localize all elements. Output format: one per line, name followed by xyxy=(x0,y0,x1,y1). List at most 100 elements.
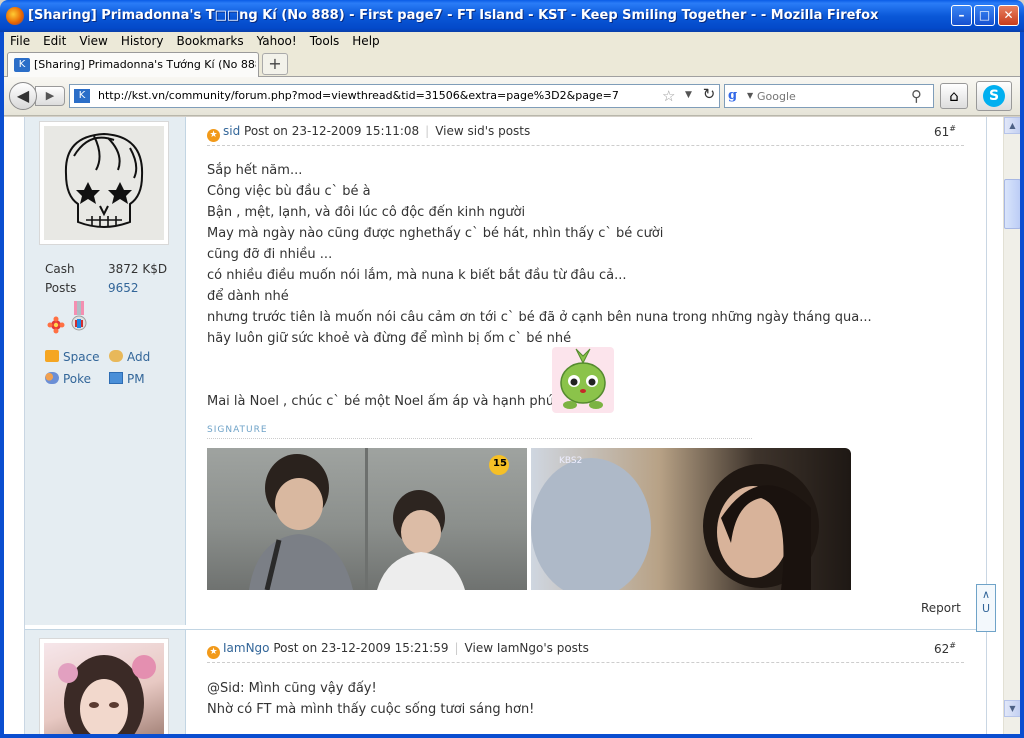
poke-users-icon xyxy=(45,372,59,384)
divider: | xyxy=(454,641,459,655)
minimize-button[interactable]: – xyxy=(951,5,972,26)
menu-bar: File Edit View History Bookmarks Yahoo! Tools H… xyxy=(4,32,1020,50)
view-author-posts-link[interactable]: View IamNgo's posts xyxy=(465,641,589,655)
post-time: Post on 23-12-2009 15:21:59 xyxy=(273,641,449,655)
search-magnifier-icon[interactable]: ⚲ xyxy=(911,87,922,105)
post-author-link[interactable]: IamNgo xyxy=(223,641,270,655)
post-author-sidebar xyxy=(25,630,186,734)
menu-bookmarks[interactable]: Bookmarks xyxy=(171,32,251,48)
avatar-image xyxy=(44,126,164,240)
forum-post: Cash 3872 K$D Posts 9652 Space Add Poke … xyxy=(25,117,986,625)
home-icon xyxy=(45,350,59,362)
link-space[interactable]: Space xyxy=(45,350,100,364)
window-title: [Sharing] Primadonna's T□□ng Kí (No 888)… xyxy=(28,8,879,23)
link-pm[interactable]: PM xyxy=(109,372,145,386)
window-border-left xyxy=(0,32,4,738)
menu-edit[interactable]: Edit xyxy=(37,32,73,48)
message-line: nhưng trước tiên là muốn nói câu cảm ơn … xyxy=(207,310,872,325)
forum-page: Cash 3872 K$D Posts 9652 Space Add Poke … xyxy=(24,117,987,734)
search-engine-dropdown-icon[interactable]: ▼ xyxy=(747,91,753,100)
forum-post: ★ IamNgo Post on 23-12-2009 15:21:59 | View… xyxy=(25,629,986,734)
online-status-icon: ★ xyxy=(207,129,220,142)
avatar[interactable] xyxy=(39,121,169,245)
flower-medal-icon[interactable] xyxy=(47,316,65,334)
search-bar[interactable]: g ▼ ⚲ xyxy=(724,84,934,108)
stat-cash-value: 3872 K$D xyxy=(108,262,168,276)
post-time: Post on 23-12-2009 15:11:08 xyxy=(244,124,420,138)
divider: | xyxy=(425,124,430,138)
page-viewport: Cash 3872 K$D Posts 9652 Space Add Poke … xyxy=(4,117,1003,734)
signature-images: 15 KBS2 xyxy=(207,448,852,598)
tv-channel-watermark: KBS2 xyxy=(559,456,583,466)
site-identity-icon[interactable]: K xyxy=(74,89,90,103)
menu-file[interactable]: File xyxy=(4,32,37,48)
reload-icon[interactable]: ↻ xyxy=(699,85,719,107)
message-line: Công việc bù đầu c` bé à xyxy=(207,184,371,199)
message-line: cũng đỡ đi nhiều ... xyxy=(207,247,333,262)
url-bar[interactable]: K http://kst.vn/community/forum.php?mod=… xyxy=(69,84,720,108)
firefox-icon[interactable] xyxy=(6,7,24,25)
close-button[interactable]: ✕ xyxy=(998,5,1019,26)
menu-yahoo[interactable]: Yahoo! xyxy=(251,32,304,48)
handshake-icon xyxy=(109,350,123,362)
window-titlebar: [Sharing] Primadonna's T□□ng Kí (No 888)… xyxy=(0,0,1024,32)
stat-posts: Posts 9652 xyxy=(45,281,139,295)
message-line: Bận , mệt, lạnh, và đôi lúc cô độc đến k… xyxy=(207,205,526,220)
scroll-thumb[interactable] xyxy=(1004,179,1021,229)
back-button[interactable]: ◀ xyxy=(9,82,37,110)
avatar[interactable] xyxy=(39,638,169,734)
avatar-image xyxy=(44,643,164,734)
bookmark-star-icon[interactable]: ☆ xyxy=(662,87,675,105)
post-content: ★ sid Post on 23-12-2009 15:11:08 | View si… xyxy=(187,117,986,625)
stat-posts-value[interactable]: 9652 xyxy=(108,281,139,295)
online-status-icon: ★ xyxy=(207,646,220,659)
tab-title: [Sharing] Primadonna's Tướng Kí (No 888)… xyxy=(34,58,256,71)
back-forward-group: ▶ ◀ xyxy=(9,82,67,110)
scroll-up-arrow-icon[interactable]: ▲ xyxy=(1004,117,1021,134)
post-message: @Sid: Mình cũng vậy đấy! Nhờ có FT mà mì… xyxy=(207,678,947,720)
post-floor-number[interactable]: 61# xyxy=(934,124,956,139)
url-history-dropdown-icon[interactable]: ▼ xyxy=(685,90,692,100)
vertical-scrollbar[interactable]: ▲ ▼ xyxy=(1003,117,1021,734)
menu-history[interactable]: History xyxy=(115,32,171,48)
message-line: để dành nhé xyxy=(207,289,289,304)
tab-strip: K [Sharing] Primadonna's Tướng Kí (No 88… xyxy=(4,50,1020,77)
link-poke[interactable]: Poke xyxy=(45,372,91,386)
signature-divider: SIGNATURE xyxy=(207,425,752,439)
post-header: ★ sid Post on 23-12-2009 15:11:08 | View si… xyxy=(207,124,964,146)
menu-view[interactable]: View xyxy=(73,32,114,48)
menu-help[interactable]: Help xyxy=(346,32,386,48)
menu-tools[interactable]: Tools xyxy=(304,32,347,48)
home-button[interactable]: ⌂ xyxy=(940,83,968,109)
skype-button[interactable]: S xyxy=(976,81,1012,111)
scroll-to-top-button[interactable]: ∧ U xyxy=(976,584,996,632)
doll-avatar-icon xyxy=(58,655,156,734)
google-engine-icon[interactable]: g xyxy=(728,88,746,104)
post-floor-number[interactable]: 62# xyxy=(934,641,956,656)
forward-button[interactable]: ▶ xyxy=(35,86,65,106)
url-text[interactable]: http://kst.vn/community/forum.php?mod=vi… xyxy=(98,89,619,102)
skull-avatar-icon xyxy=(44,126,164,240)
maximize-button[interactable]: □ xyxy=(974,5,995,26)
ribbon-medal-icon[interactable] xyxy=(69,301,89,335)
post-author-sidebar: Cash 3872 K$D Posts 9652 Space Add Poke … xyxy=(25,117,186,625)
message-line: hãy luôn giữ sức khoẻ và đừng để mình bị… xyxy=(207,331,572,346)
new-tab-button[interactable]: + xyxy=(262,53,288,75)
window-border-bottom xyxy=(0,734,1024,738)
link-add-friend[interactable]: Add xyxy=(109,350,150,364)
search-input[interactable] xyxy=(757,87,907,105)
site-favicon-icon: K xyxy=(14,58,30,72)
post-author-link[interactable]: sid xyxy=(223,124,240,138)
scroll-down-arrow-icon[interactable]: ▼ xyxy=(1004,700,1021,717)
message-line: Sắp hết năm... xyxy=(207,163,303,178)
signature-image-elevator: 15 xyxy=(207,448,527,591)
signature-image-closeup: KBS2 xyxy=(531,448,851,598)
green-creature-emoticon-icon xyxy=(552,347,614,413)
stat-posts-label: Posts xyxy=(45,281,77,295)
tab-forum-thread[interactable]: K [Sharing] Primadonna's Tướng Kí (No 88… xyxy=(7,52,259,77)
mail-icon xyxy=(109,372,123,384)
stat-cash: Cash 3872 K$D xyxy=(45,262,167,276)
message-line: Nhờ có FT mà mình thấy cuộc sống tươi sá… xyxy=(207,702,535,717)
report-link[interactable]: Report xyxy=(921,601,961,615)
view-author-posts-link[interactable]: View sid's posts xyxy=(435,124,530,138)
